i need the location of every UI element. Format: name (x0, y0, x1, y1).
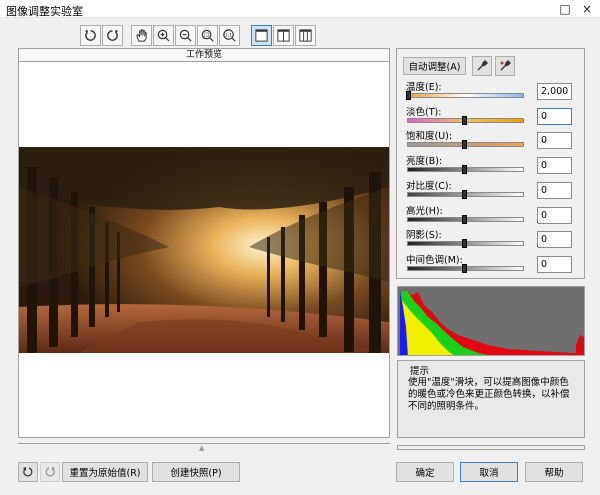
reset-button[interactable]: 重置为原始值(R) (62, 462, 148, 482)
progress-bar (397, 445, 585, 450)
rotate-cw-icon[interactable] (102, 25, 123, 46)
shadows-slider-thumb[interactable] (462, 239, 467, 249)
view-split-vertical-icon[interactable] (273, 25, 294, 46)
preview-area[interactable]: 工作预览 (18, 48, 390, 438)
window-title: 图像调整实验室 (6, 5, 83, 18)
saturation-slider-thumb[interactable] (462, 140, 467, 150)
zoom-out-icon[interactable] (175, 25, 196, 46)
hint-text: 使用"温度"滑块，可以提高图像中颜色的暖色或冷色来更正颜色转换，以补偿不同的照明… (408, 377, 570, 412)
close-icon[interactable]: × (576, 1, 598, 17)
title-bar: 图像调整实验室 □ × (0, 0, 600, 18)
temperature-slider[interactable] (406, 91, 524, 100)
midtones-label: 中间色调(M): (406, 254, 463, 266)
zoom-in-icon[interactable] (153, 25, 174, 46)
create-snapshot-button[interactable]: 创建快照(P) (152, 462, 240, 482)
cancel-button[interactable]: 取消 (460, 462, 518, 482)
saturation-slider[interactable] (407, 140, 524, 150)
tint-slider[interactable] (407, 115, 524, 125)
maximize-icon[interactable]: □ (554, 1, 576, 17)
view-single-icon[interactable] (251, 25, 272, 46)
brightness-slider[interactable] (407, 165, 524, 175)
tint-label: 淡色(T): (406, 106, 442, 118)
rotate-ccw-icon[interactable] (80, 25, 101, 46)
highlights-value-field[interactable]: 0 (537, 206, 572, 224)
hint-title: 提示 (408, 363, 432, 377)
collapse-arrow-icon[interactable]: ▲ (199, 444, 204, 452)
midtones-slider[interactable] (407, 263, 524, 273)
tint-value-field[interactable]: 0 (537, 107, 572, 125)
zoom-100-icon[interactable]: 1:1 (219, 25, 240, 46)
hand-icon[interactable] (131, 25, 152, 46)
zoom-fit-icon[interactable] (197, 25, 218, 46)
help-button[interactable]: 帮助 (525, 462, 583, 482)
saturation-value-field[interactable]: 0 (537, 132, 572, 150)
highlights-slider-thumb[interactable] (462, 214, 467, 224)
redo-icon[interactable] (40, 462, 60, 482)
adjustment-panel: 自动调整(A) 温度(E): 2,000 淡色(T): 0 饱和度(U): 0 亮度(B):… (396, 48, 585, 279)
histogram (397, 286, 585, 356)
hint-box: 提示 使用"温度"滑块，可以提高图像中颜色的暖色或冷色来更正颜色转换，以补偿不同… (397, 360, 585, 438)
preview-title: 工作预览 (19, 49, 389, 62)
temperature-slider-thumb[interactable] (406, 91, 411, 100)
midtones-slider-thumb[interactable] (462, 263, 467, 273)
temperature-label: 温度(E): (406, 82, 442, 93)
contrast-slider[interactable] (407, 189, 524, 199)
brightness-label: 亮度(B): (406, 156, 443, 168)
view-split-horizontal-icon[interactable] (295, 25, 316, 46)
target-eyedropper-icon[interactable] (495, 56, 515, 76)
svg-text:1:1: 1:1 (225, 32, 232, 37)
auto-adjust-button[interactable]: 自动调整(A) (403, 57, 466, 75)
shadows-slider[interactable] (407, 239, 524, 249)
highlights-slider[interactable] (407, 214, 524, 224)
shadows-value-field[interactable]: 0 (537, 231, 572, 249)
tint-slider-thumb[interactable] (462, 115, 467, 125)
preview-image[interactable] (19, 147, 389, 353)
brightness-slider-thumb[interactable] (462, 165, 467, 175)
temperature-value-field[interactable]: 2,000 (537, 83, 572, 100)
shadows-label: 阴影(S): (406, 230, 442, 242)
eyedropper-icon[interactable] (472, 56, 492, 76)
contrast-label: 对比度(C): (406, 180, 452, 192)
saturation-label: 饱和度(U): (406, 131, 453, 143)
highlights-label: 高光(H): (406, 205, 443, 217)
undo-icon[interactable] (18, 462, 38, 482)
midtones-value-field[interactable]: 0 (537, 255, 572, 273)
brightness-value-field[interactable]: 0 (537, 157, 572, 175)
contrast-value-field[interactable]: 0 (537, 181, 572, 199)
ok-button[interactable]: 确定 (396, 462, 454, 482)
contrast-slider-thumb[interactable] (462, 189, 467, 199)
